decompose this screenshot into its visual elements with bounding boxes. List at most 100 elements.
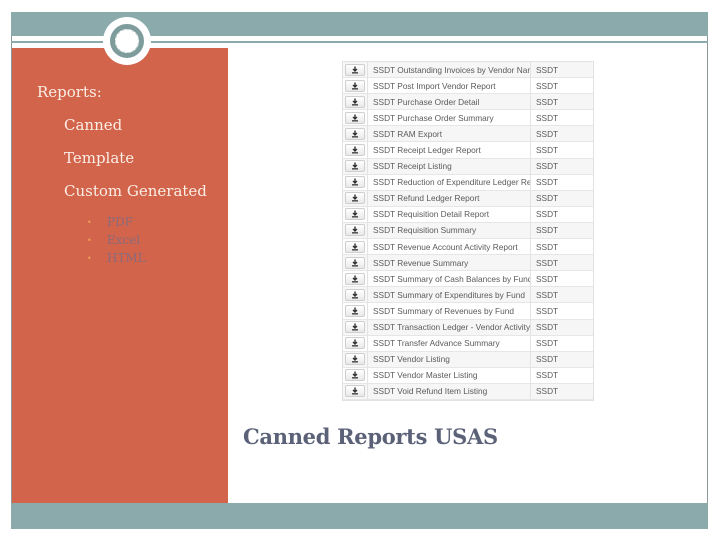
download-icon [352,339,358,347]
download-button[interactable] [345,208,365,221]
table-row: SSDT Receipt Ledger Report SSDT [343,142,593,159]
download-cell [343,192,367,205]
download-button[interactable] [345,337,365,350]
report-type: SSDT [536,322,559,333]
report-name: SSDT Void Refund Item Listing [367,383,531,399]
report-name: SSDT Summary of Expenditures by Fund [367,287,531,303]
sub-bullet-excel: • Excel [37,232,207,250]
bullet-marker-icon: • [87,236,92,245]
download-button[interactable] [345,353,365,366]
sub-bullet-pdf: • PDF [37,214,207,232]
table-row: SSDT Reduction of Expenditure Ledger Rep… [343,174,593,191]
bullet-canned: Canned [64,116,123,134]
download-cell [343,369,367,382]
download-cell [343,95,367,108]
download-icon [352,323,358,331]
report-name: SSDT Purchase Order Summary [367,110,531,126]
download-cell [343,63,367,76]
download-button[interactable] [345,272,365,285]
download-cell [343,176,367,189]
download-button[interactable] [345,385,365,398]
circle-emblem-icon [103,17,151,65]
report-type: SSDT [536,273,559,284]
download-cell [343,321,367,334]
download-icon [352,226,358,234]
report-type: SSDT [536,241,559,252]
download-icon [352,194,358,202]
bullet-template: Template [64,149,135,167]
table-row: SSDT Transaction Ledger - Vendor Activit… [343,319,593,336]
download-icon [352,66,358,74]
report-type: SSDT [536,209,559,220]
download-button[interactable] [345,256,365,269]
download-button[interactable] [345,321,365,334]
report-name: SSDT Receipt Listing [367,158,531,174]
table-row: SSDT Purchase Order Detail SSDT [343,94,593,111]
download-cell [343,208,367,221]
table-row: SSDT Vendor Master Listing SSDT [343,367,593,384]
download-icon [352,243,358,251]
report-type: SSDT [536,370,559,381]
report-name: SSDT Refund Ledger Report [367,190,531,206]
download-button[interactable] [345,224,365,237]
report-name: SSDT RAM Export [367,126,531,142]
download-button[interactable] [345,369,365,382]
download-button[interactable] [345,240,365,253]
report-type: SSDT [536,289,559,300]
download-cell [343,272,367,285]
download-button[interactable] [345,304,365,317]
report-type: SSDT [536,96,559,107]
table-row: SSDT Refund Ledger Report SSDT [343,190,593,207]
download-icon [352,146,358,154]
download-cell [343,385,367,398]
sub-bullet-label: HTML [107,251,146,265]
download-cell [343,337,367,350]
table-row: SSDT Requisition Detail Report SSDT [343,206,593,223]
report-type: SSDT [536,386,559,397]
report-name: SSDT Revenue Summary [367,255,531,271]
download-button[interactable] [345,176,365,189]
download-icon [352,371,358,379]
download-cell [343,288,367,301]
table-row: SSDT Vendor Listing SSDT [343,351,593,368]
report-name: SSDT Transfer Advance Summary [367,335,531,351]
emblem-ring [110,24,144,58]
table-row: SSDT Revenue Summary SSDT [343,255,593,272]
download-icon [352,82,358,90]
table-row: SSDT Summary of Expenditures by Fund SSDT [343,287,593,304]
download-button[interactable] [345,160,365,173]
report-type: SSDT [536,64,559,75]
report-type: SSDT [536,305,559,316]
download-icon [352,210,358,218]
report-type: SSDT [536,80,559,91]
report-name: SSDT Receipt Ledger Report [367,142,531,158]
report-type: SSDT [536,338,559,349]
slide-caption: Canned Reports USAS [243,424,498,449]
download-button[interactable] [345,111,365,124]
table-row: SSDT Void Refund Item Listing SSDT [343,383,593,400]
download-cell [343,353,367,366]
download-button[interactable] [345,127,365,140]
bullet-list: Reports: Canned Template Custom Generate… [37,82,207,268]
download-icon [352,130,358,138]
table-row: SSDT Revenue Account Activity Report SSDT [343,239,593,256]
download-button[interactable] [345,288,365,301]
table-row: SSDT Summary of Revenues by Fund SSDT [343,303,593,320]
download-button[interactable] [345,79,365,92]
download-icon [352,355,358,363]
report-type: SSDT [536,128,559,139]
download-icon [352,98,358,106]
table-row: SSDT Receipt Listing SSDT [343,158,593,175]
report-type: SSDT [536,225,559,236]
download-button[interactable] [345,95,365,108]
download-button[interactable] [345,144,365,157]
download-cell [343,111,367,124]
download-button[interactable] [345,192,365,205]
download-button[interactable] [345,63,365,76]
bullet-marker-icon: • [87,254,92,263]
report-type: SSDT [536,354,559,365]
report-name: SSDT Purchase Order Detail [367,94,531,110]
report-name: SSDT Outstanding Invoices by Vendor Name [367,62,531,78]
report-name: SSDT Vendor Listing [367,351,531,367]
download-icon [352,387,358,395]
